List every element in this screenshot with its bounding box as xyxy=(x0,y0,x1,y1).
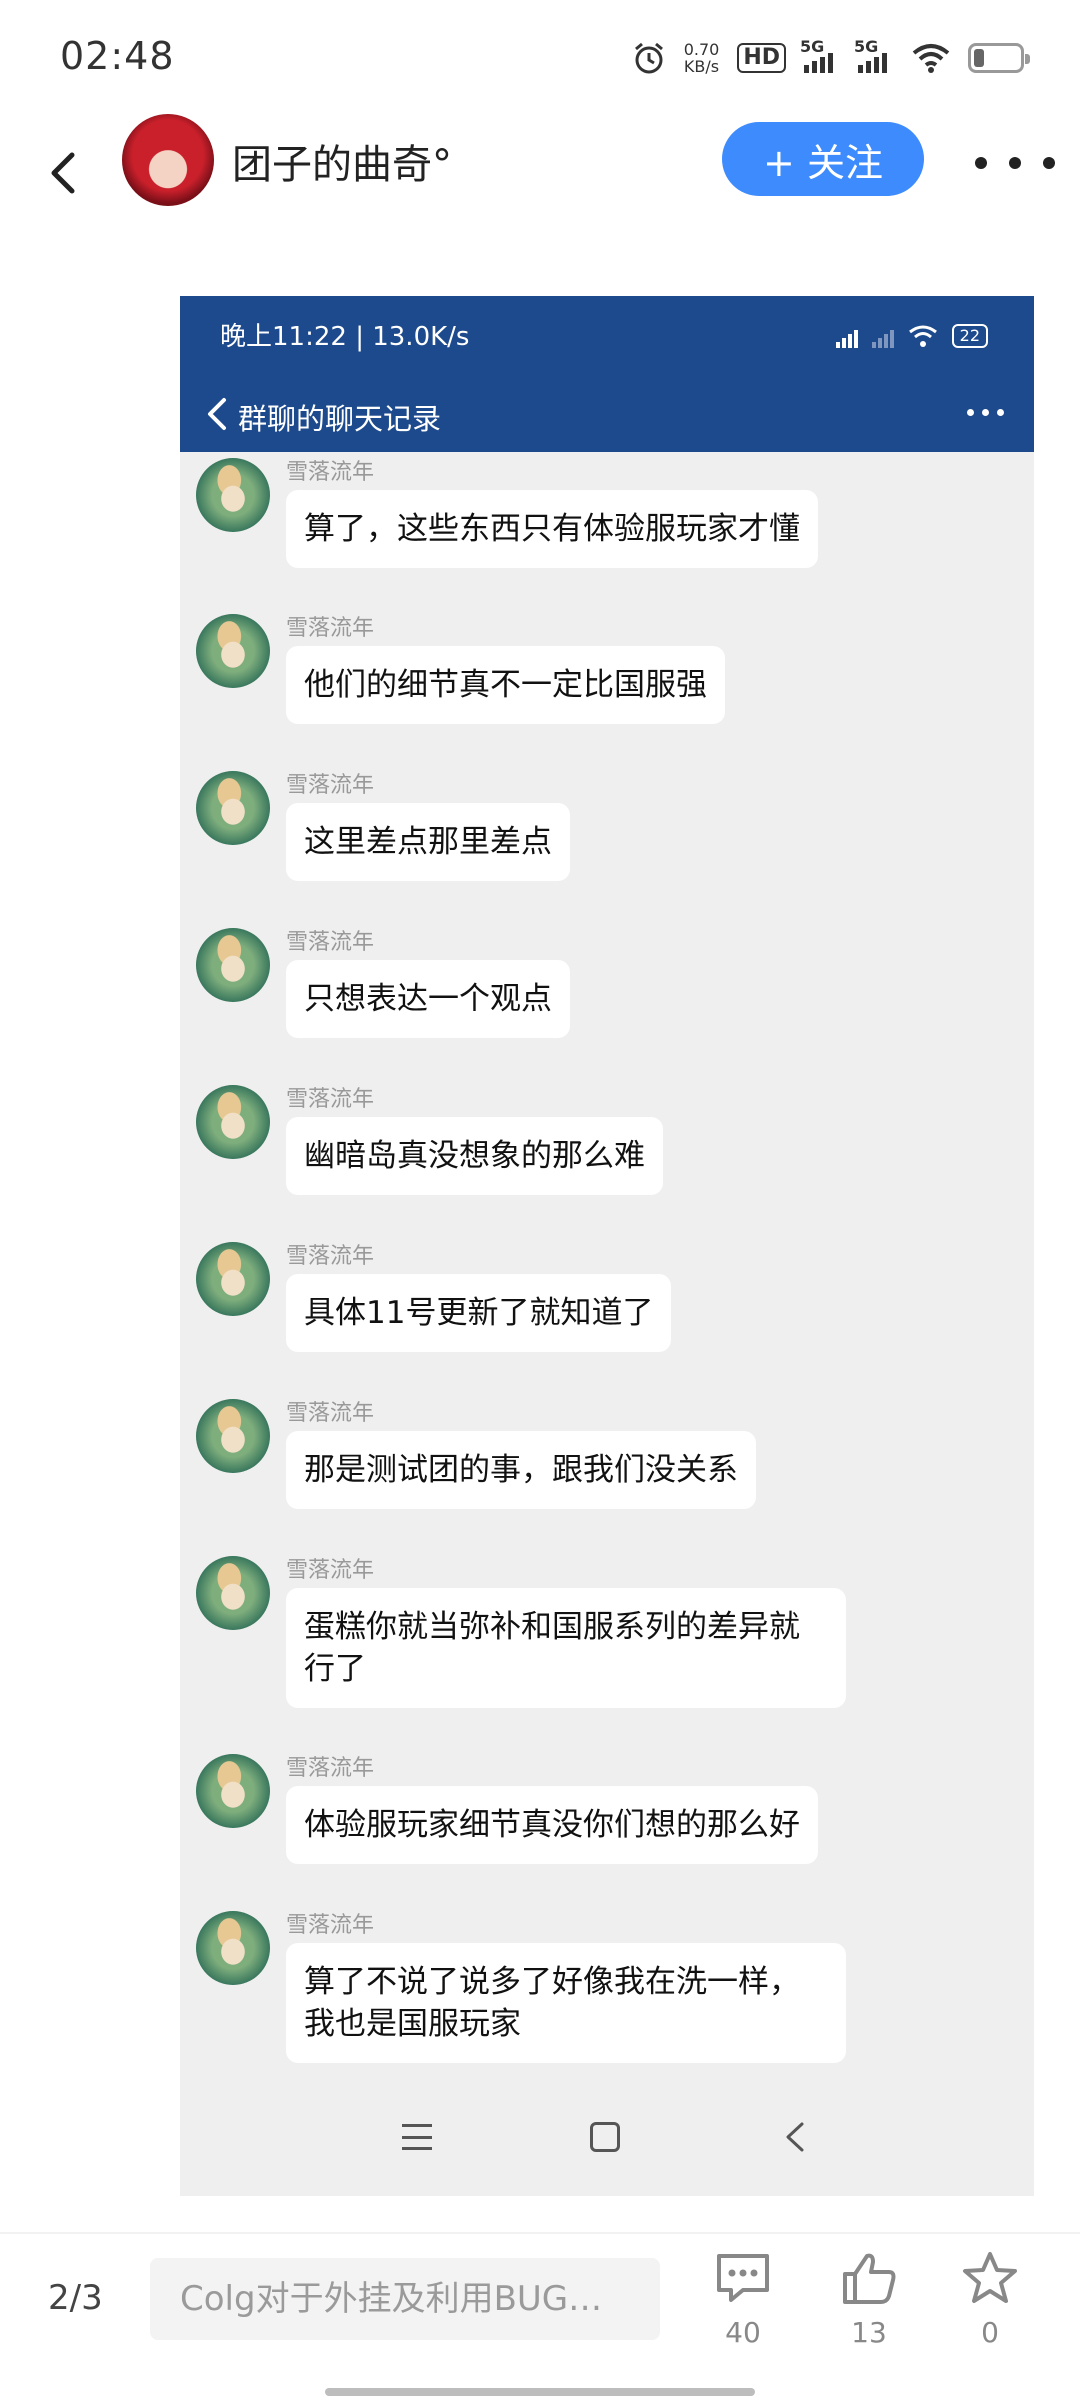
signal-label: 5G xyxy=(800,37,825,56)
message-bubble: 幽暗岛真没想象的那么难 xyxy=(286,1117,663,1195)
back-icon xyxy=(786,2122,804,2152)
screenshot-status-text: 晚上11:22 | 13.0K/s xyxy=(220,322,470,352)
comment-icon xyxy=(717,2254,769,2302)
screenshot-status-bar: 晚上11:22 | 13.0K/s 22 xyxy=(180,296,1034,376)
sender-name: 雪落流年 xyxy=(286,460,375,485)
home-indicator[interactable] xyxy=(325,2388,755,2396)
status-bar: 02:48 0.70 KB/s HD 5G 5G xyxy=(0,0,1080,110)
avatar xyxy=(196,771,270,845)
signal-icon xyxy=(835,330,858,348)
alarm-icon xyxy=(634,42,663,74)
signal-icon xyxy=(871,330,894,348)
signal-label: 5G xyxy=(854,37,879,56)
back-icon xyxy=(208,398,226,430)
message-bubble: 蛋糕你就当弥补和国服系列的差异就行了 xyxy=(286,1588,846,1708)
more-icon xyxy=(975,157,987,169)
star-icon xyxy=(963,2252,1017,2303)
screenshot-title: 群聊的聊天记录 xyxy=(238,402,442,436)
favorites-count: 0 xyxy=(981,2316,999,2349)
follow-button[interactable]: + 关注 xyxy=(722,122,924,196)
message-bubble: 只想表达一个观点 xyxy=(286,960,570,1038)
comment-button[interactable]: 40 xyxy=(703,2250,783,2349)
network-speed: 0.70 KB/s xyxy=(684,41,720,75)
avatar xyxy=(196,1754,270,1828)
network-speed-unit: KB/s xyxy=(683,57,720,76)
message-bubble: 他们的细节真不一定比国服强 xyxy=(286,646,725,724)
page-indicator: 2/3 xyxy=(48,2278,103,2318)
comments-count: 40 xyxy=(725,2316,761,2349)
wifi-icon xyxy=(908,325,937,347)
screenshot-nav-bar xyxy=(180,2092,1034,2196)
menu-icon xyxy=(402,2124,432,2150)
hd-voice-icon: HD xyxy=(737,43,786,73)
wifi-icon xyxy=(912,44,950,73)
avatar xyxy=(196,1556,270,1630)
like-icon xyxy=(843,2253,896,2304)
avatar xyxy=(196,458,270,532)
sender-name: 雪落流年 xyxy=(286,1558,375,1583)
network-speed-value: 0.70 xyxy=(683,40,720,59)
sender-name: 雪落流年 xyxy=(286,930,375,955)
sender-name: 雪落流年 xyxy=(286,1401,375,1426)
screenshot-header: 群聊的聊天记录 xyxy=(180,376,1034,452)
status-time: 02:48 xyxy=(60,34,175,78)
status-icons: 0.70 KB/s HD 5G 5G xyxy=(632,37,1030,78)
user-name[interactable]: 团子的曲奇° xyxy=(232,132,452,190)
message-bubble: 算了不说了说多了好像我在洗一样，我也是国服玩家 xyxy=(286,1943,846,2063)
divider xyxy=(0,2232,1080,2234)
avatar xyxy=(196,614,270,688)
comment-input[interactable]: Colg对于外挂及利用BUG… xyxy=(150,2258,660,2340)
sender-name: 雪落流年 xyxy=(286,1244,375,1269)
battery-icon: 22 xyxy=(951,324,988,348)
avatar xyxy=(196,1085,270,1159)
back-button[interactable] xyxy=(28,138,98,208)
sender-name: 雪落流年 xyxy=(286,773,375,798)
post-header: 团子的曲奇° + 关注 xyxy=(0,110,1080,240)
signal-icon: 5G xyxy=(854,37,894,73)
home-icon xyxy=(590,2122,620,2152)
post-image[interactable]: 晚上11:22 | 13.0K/s 22 群聊的聊天记录 雪落流年 算了，这些东… xyxy=(180,296,1034,2196)
more-icon xyxy=(967,409,1004,416)
signal-icon: 5G xyxy=(800,37,840,73)
sender-name: 雪落流年 xyxy=(286,1913,375,1938)
avatar[interactable] xyxy=(122,114,214,206)
message-bubble: 那是测试团的事，跟我们没关系 xyxy=(286,1431,756,1509)
avatar xyxy=(196,928,270,1002)
sender-name: 雪落流年 xyxy=(286,616,375,641)
sender-name: 雪落流年 xyxy=(286,1756,375,1781)
avatar xyxy=(196,1242,270,1316)
message-bubble: 这里差点那里差点 xyxy=(286,803,570,881)
message-bubble: 体验服玩家细节真没你们想的那么好 xyxy=(286,1786,818,1864)
screenshot-status-icons: 22 xyxy=(835,318,988,348)
like-button[interactable]: 13 xyxy=(829,2250,909,2349)
back-icon xyxy=(51,152,75,194)
avatar xyxy=(196,1399,270,1473)
more-button[interactable] xyxy=(975,138,1055,188)
favorite-button[interactable]: 0 xyxy=(950,2250,1030,2349)
battery-icon xyxy=(968,43,1030,73)
sender-name: 雪落流年 xyxy=(286,1087,375,1112)
message-bubble: 算了，这些东西只有体验服玩家才懂 xyxy=(286,490,818,568)
message-bubble: 具体11号更新了就知道了 xyxy=(286,1274,672,1352)
likes-count: 13 xyxy=(851,2316,887,2349)
avatar xyxy=(196,1911,270,1985)
